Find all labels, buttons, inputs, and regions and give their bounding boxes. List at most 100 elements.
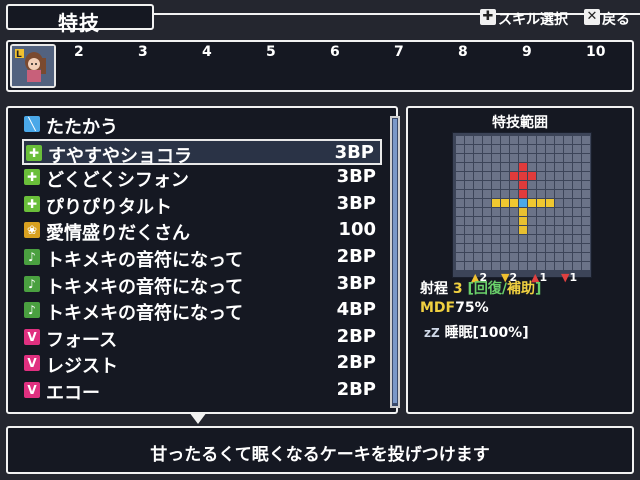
range-grid-cell xyxy=(582,262,590,270)
range-grid-cell xyxy=(555,163,563,171)
range-grid-cell xyxy=(537,154,545,162)
note-icon: ♪ xyxy=(24,275,40,292)
range-grid-cell xyxy=(546,163,554,171)
range-grid-cell xyxy=(465,163,473,171)
skill-item[interactable]: ❀ 愛情盛りだくさん 100 xyxy=(22,218,382,244)
skill-item[interactable]: V エコー 2BP xyxy=(22,378,382,404)
range-grid-cell xyxy=(465,244,473,252)
range-grid-cell xyxy=(546,235,554,243)
range-grid-cell xyxy=(582,172,590,180)
party-bar: L 2 3 4 5 6 7 8 9 10 xyxy=(6,40,634,92)
character-portrait[interactable]: L xyxy=(10,44,56,88)
range-grid-cell xyxy=(474,199,482,207)
skill-item[interactable]: ╲ たたかう xyxy=(22,112,382,138)
range-grid-cell xyxy=(555,244,563,252)
range-grid-cell xyxy=(492,181,500,189)
skill-item[interactable]: ♪ トキメキの音符になって 3BP xyxy=(22,272,382,298)
range-grid-cell xyxy=(555,199,563,207)
party-slot-7[interactable]: 7 xyxy=(394,44,404,60)
range-grid-cell xyxy=(537,172,545,180)
skill-name: 愛情盛りだくさん xyxy=(46,223,190,245)
skill-item[interactable]: ✚ すやすやショコラ 3BP xyxy=(22,138,382,167)
voice-icon: V xyxy=(24,328,40,345)
range-grid-cell xyxy=(483,190,491,198)
skill-item[interactable]: ♪ トキメキの音符になって 4BP xyxy=(22,298,382,324)
range-grid-cell xyxy=(519,136,527,144)
skill-name: トキメキの音符になって xyxy=(46,250,244,271)
skill-name: すやすやショコラ xyxy=(48,145,192,167)
range-grid-cell xyxy=(555,208,563,216)
skill-cost: 2BP xyxy=(336,352,376,374)
range-grid-cell xyxy=(555,145,563,153)
range-grid-cell xyxy=(573,235,581,243)
skill-select-hint[interactable]: スキル選択 xyxy=(498,9,568,29)
range-grid-cell xyxy=(456,262,464,270)
range-grid-cell xyxy=(582,181,590,189)
range-grid-cell xyxy=(564,226,572,234)
range-grid-cell xyxy=(528,190,536,198)
range-grid-cell xyxy=(510,199,518,207)
title-window: 特技 xyxy=(6,4,154,35)
skill-item[interactable]: ♪ トキメキの音符になって 2BP xyxy=(22,245,382,271)
range-grid-cell xyxy=(555,136,563,144)
range-grid-cell xyxy=(573,226,581,234)
range-grid-cell xyxy=(546,154,554,162)
range-grid-cell xyxy=(510,145,518,153)
party-slot-9[interactable]: 9 xyxy=(522,44,532,60)
range-grid-cell xyxy=(555,172,563,180)
skill-item[interactable]: ✚ ぴりぴりタルト 3BP xyxy=(22,192,382,218)
range-grid-cell xyxy=(474,154,482,162)
range-grid-cell xyxy=(528,208,536,216)
party-slot-6[interactable]: 6 xyxy=(330,44,340,60)
range-grid-cell xyxy=(474,172,482,180)
range-grid-cell xyxy=(537,262,545,270)
plus-icon: ✚ xyxy=(26,144,42,161)
skill-item[interactable]: ✚ どくどくシフォン 3BP xyxy=(22,165,382,191)
mdf-label: MDF xyxy=(420,300,456,316)
party-slot-10[interactable]: 10 xyxy=(586,44,605,60)
range-grid-cell xyxy=(465,235,473,243)
range-grid-cell xyxy=(492,226,500,234)
range-grid-cell xyxy=(483,172,491,180)
range-grid-cell xyxy=(573,136,581,144)
party-slot-3[interactable]: 3 xyxy=(138,44,148,60)
range-grid-cell xyxy=(465,145,473,153)
modifier-down-2: ▼1 xyxy=(561,271,578,284)
range-grid-cell xyxy=(528,181,536,189)
range-grid-cell xyxy=(555,217,563,225)
scrollbar-thumb[interactable] xyxy=(393,119,397,403)
range-grid-cell xyxy=(456,163,464,171)
range-grid-cell xyxy=(564,217,572,225)
skill-item[interactable]: V レジスト 2BP xyxy=(22,351,382,377)
skill-name: たたかう xyxy=(46,117,118,138)
range-grid-cell xyxy=(519,253,527,261)
range-grid-cell xyxy=(519,235,527,243)
range-grid-cell xyxy=(501,235,509,243)
range-grid-cell xyxy=(483,163,491,171)
range-grid-cell xyxy=(501,253,509,261)
party-slot-5[interactable]: 5 xyxy=(266,44,276,60)
skill-item[interactable]: V フォース 2BP xyxy=(22,325,382,351)
range-grid-cell xyxy=(501,199,509,207)
range-grid-cell xyxy=(456,181,464,189)
range-grid-cell xyxy=(492,154,500,162)
range-grid-cell xyxy=(510,226,518,234)
range-grid-cell xyxy=(519,208,527,216)
range-grid-cell xyxy=(582,199,590,207)
range-grid-cell xyxy=(564,136,572,144)
range-grid-cell xyxy=(456,208,464,216)
range-grid-cell xyxy=(537,181,545,189)
back-hint[interactable]: 戻る xyxy=(602,9,630,29)
range-grid-cell xyxy=(501,163,509,171)
range-grid-cell xyxy=(528,154,536,162)
range-grid-cell xyxy=(528,136,536,144)
range-grid-cell xyxy=(528,226,536,234)
cancel-button-icon: ✕ xyxy=(584,9,600,25)
skill-cost: 3BP xyxy=(336,166,376,188)
party-slot-4[interactable]: 4 xyxy=(202,44,212,60)
party-slot-2[interactable]: 2 xyxy=(74,44,84,60)
scrollbar[interactable] xyxy=(390,116,400,408)
range-grid-cell xyxy=(465,262,473,270)
help-text: 甘ったるくて眠くなるケーキを投げつけます xyxy=(150,445,490,465)
party-slot-8[interactable]: 8 xyxy=(458,44,468,60)
